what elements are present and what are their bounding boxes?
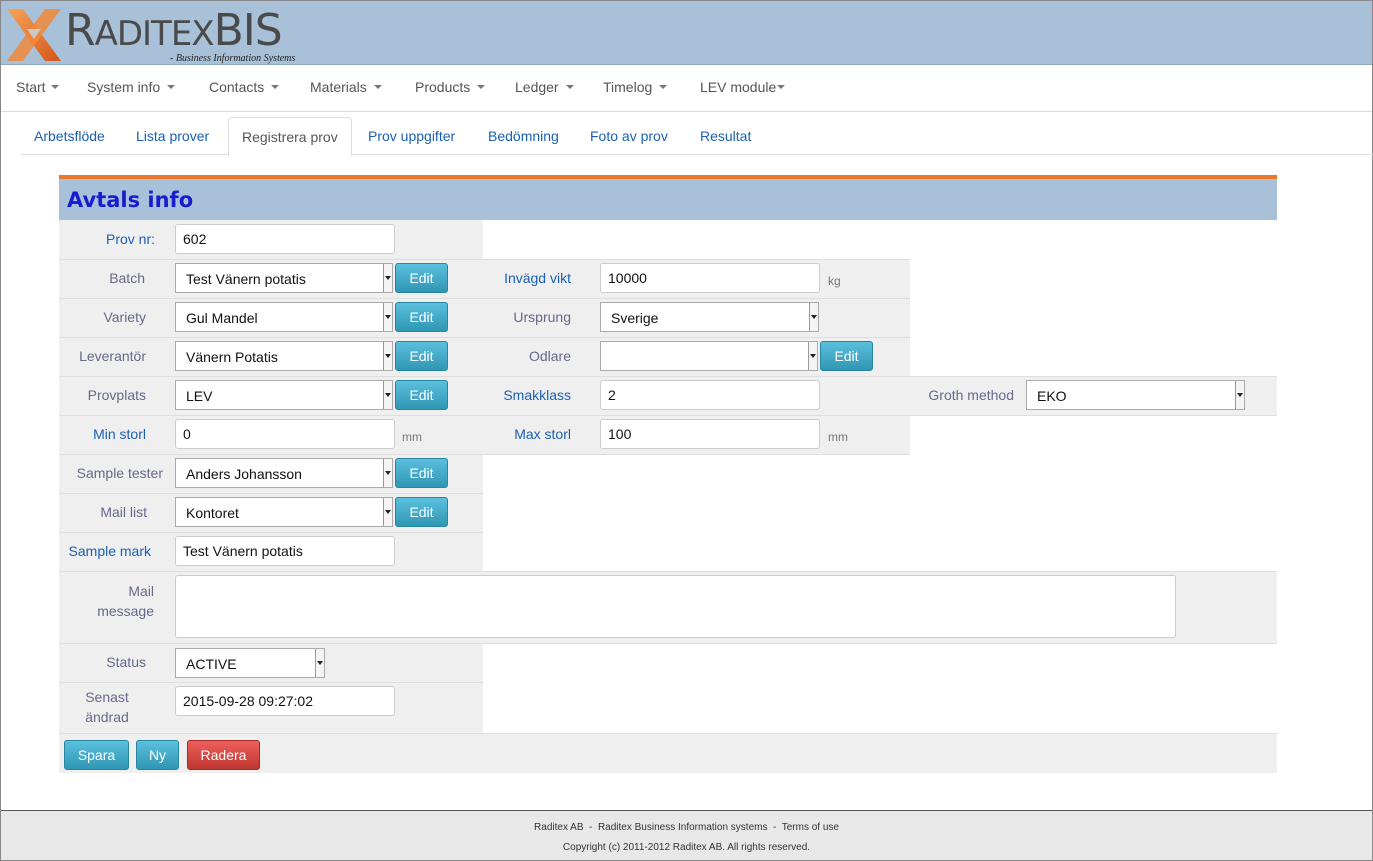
smakklass-label: Smakklass [503, 387, 571, 403]
mail-message-label: Mail message [97, 583, 154, 619]
odlare-label: Odlare [528, 348, 571, 364]
dropdown-arrow-icon [383, 342, 392, 370]
smakklass-field[interactable]: 2 [600, 380, 820, 410]
leverantor-edit-button[interactable]: Edit [395, 341, 448, 371]
batch-select[interactable]: Test Vänern potatis [175, 263, 393, 293]
leverantor-select[interactable]: Vänern Potatis [175, 341, 393, 371]
caret-down-icon [271, 85, 280, 90]
tab-registrera-prov[interactable]: Registrera prov [228, 117, 352, 156]
tab-bedomning[interactable]: Bedömning [475, 117, 572, 155]
page-footer: Raditex AB - Raditex Business Informatio… [1, 810, 1372, 860]
menu-products[interactable]: Products [415, 79, 486, 95]
menu-start[interactable]: Start [16, 79, 59, 95]
max-storl-field[interactable]: 100 [600, 419, 820, 449]
provplats-select[interactable]: LEV [175, 380, 393, 410]
odlare-select[interactable] [600, 341, 818, 371]
new-button[interactable]: Ny [136, 740, 179, 770]
caret-down-icon [373, 85, 382, 90]
tab-prov-uppgifter[interactable]: Prov uppgifter [355, 117, 468, 155]
senast-andrad-field[interactable]: 2015-09-28 09:27:02 [175, 686, 395, 716]
invagd-vikt-unit: kg [828, 274, 841, 288]
invagd-vikt-field[interactable]: 10000 [600, 263, 820, 293]
ursprung-select[interactable]: Sverige [600, 302, 819, 332]
tab-arbetsflode[interactable]: Arbetsflöde [21, 117, 118, 155]
provplats-edit-button[interactable]: Edit [395, 380, 448, 410]
leverantor-label: Leverantör [79, 348, 146, 364]
caret-down-icon [659, 85, 668, 90]
menu-lev-module[interactable]: LEV module [700, 79, 786, 95]
caret-down-icon [565, 85, 574, 90]
logo-tagline: - Business Information Systems [170, 53, 296, 64]
caret-down-icon [50, 85, 59, 90]
status-label: Status [106, 654, 146, 670]
sample-tester-edit-button[interactable]: Edit [395, 458, 448, 488]
variety-edit-button[interactable]: Edit [395, 302, 448, 332]
footer-copyright: Copyright (c) 2011-2012 Raditex AB. All … [562, 842, 811, 853]
mail-list-label: Mail list [100, 504, 147, 520]
dropdown-arrow-icon [315, 649, 324, 677]
tab-bar: Arbetsflöde Lista prover Registrera prov… [21, 117, 1373, 156]
batch-label: Batch [109, 270, 145, 286]
panel-title: Avtals info [67, 188, 194, 212]
variety-label: Variety [103, 309, 146, 325]
dropdown-arrow-icon [383, 459, 392, 487]
app-header: RADITEXBIS - Business Information System… [1, 1, 1372, 65]
caret-down-icon [477, 85, 486, 90]
dropdown-arrow-icon [383, 264, 392, 292]
min-storl-field[interactable]: 0 [175, 419, 395, 449]
min-storl-label: Min storl [93, 426, 146, 442]
menu-ledger[interactable]: Ledger [515, 79, 574, 95]
dropdown-arrow-icon [1235, 381, 1244, 409]
sample-tester-label: Sample tester [76, 465, 163, 481]
main-menu: Start System info Contacts Materials Pro… [1, 66, 1372, 112]
batch-edit-button[interactable]: Edit [395, 263, 448, 293]
max-storl-unit: mm [828, 430, 848, 444]
app-logo[interactable]: RADITEXBIS - Business Information System… [5, 5, 325, 65]
ursprung-label: Ursprung [513, 309, 571, 325]
prov-nr-label: Prov nr: [105, 231, 155, 247]
max-storl-label: Max storl [514, 426, 571, 442]
tab-foto-av-prov[interactable]: Foto av prov [577, 117, 681, 155]
sample-mark-label: Sample mark [68, 543, 151, 559]
caret-down-icon [777, 85, 786, 90]
dropdown-arrow-icon [383, 303, 392, 331]
sample-mark-field[interactable]: Test Vänern potatis [175, 536, 395, 566]
variety-select[interactable]: Gul Mandel [175, 302, 393, 332]
provplats-label: Provplats [87, 387, 146, 403]
groth-method-label: Groth method [928, 387, 1014, 403]
delete-button[interactable]: Radera [187, 740, 260, 770]
menu-timelog[interactable]: Timelog [603, 79, 668, 95]
save-button[interactable]: Spara [64, 740, 129, 770]
mail-message-textarea[interactable] [175, 575, 1176, 638]
dropdown-arrow-icon [809, 303, 818, 331]
tab-lista-prover[interactable]: Lista prover [123, 117, 222, 155]
mail-list-edit-button[interactable]: Edit [395, 497, 448, 527]
caret-down-icon [167, 85, 176, 90]
dropdown-arrow-icon [808, 342, 817, 370]
logo-x-icon [7, 9, 61, 61]
mail-list-select[interactable]: Kontoret [175, 497, 393, 527]
min-storl-unit: mm [402, 430, 422, 444]
avtals-info-panel: Avtals info Prov nr: 602 Batch Test Väne… [59, 175, 1277, 773]
prov-nr-field[interactable]: 602 [175, 224, 395, 254]
dropdown-arrow-icon [383, 498, 392, 526]
sample-tester-select[interactable]: Anders Johansson [175, 458, 393, 488]
menu-contacts[interactable]: Contacts [209, 79, 280, 95]
logo-wordmark: RADITEXBIS [65, 5, 283, 56]
odlare-edit-button[interactable]: Edit [820, 341, 873, 371]
panel-header: Avtals info [59, 175, 1277, 220]
groth-method-select[interactable]: EKO [1026, 380, 1245, 410]
invagd-vikt-label: Invägd vikt [504, 270, 571, 286]
status-select[interactable]: ACTIVE [175, 648, 325, 678]
menu-system-info[interactable]: System info [87, 79, 176, 95]
dropdown-arrow-icon [383, 381, 392, 409]
senast-andrad-label: Senast ändrad [85, 689, 129, 725]
tab-resultat[interactable]: Resultat [687, 117, 764, 155]
menu-materials[interactable]: Materials [310, 79, 382, 95]
footer-links[interactable]: Raditex AB - Raditex Business Informatio… [1, 822, 1372, 833]
